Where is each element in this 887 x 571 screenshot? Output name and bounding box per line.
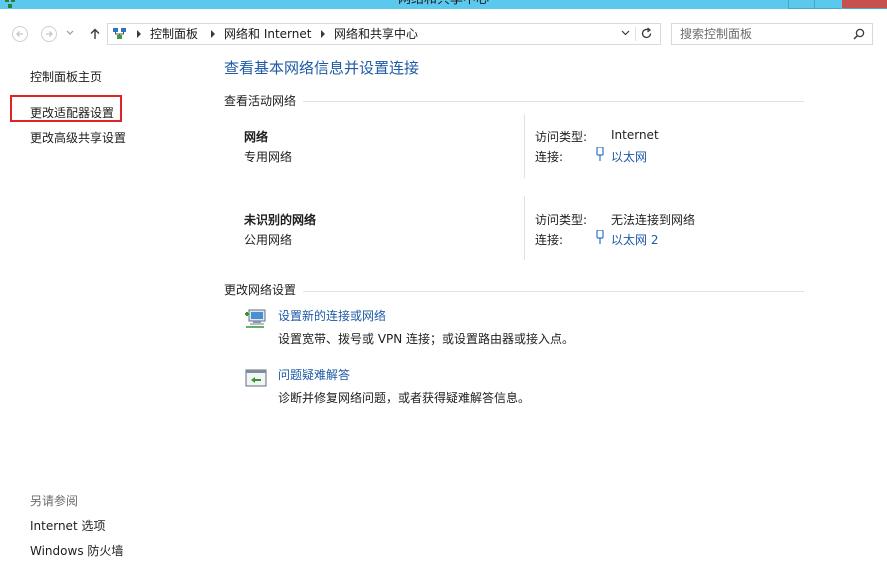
control-panel-icon: [113, 28, 126, 39]
access-type-label: 访问类型:: [535, 213, 588, 227]
troubleshoot-icon: [245, 369, 267, 387]
network-divider: [524, 196, 525, 260]
address-bar[interactable]: 控制面板 网络和 Internet 网络和共享中心: [107, 23, 661, 45]
refresh-icon[interactable]: [640, 27, 653, 40]
back-button[interactable]: [12, 26, 28, 42]
sidebar-link-change-advanced-sharing[interactable]: 更改高级共享设置: [30, 129, 126, 146]
content-area: 控制面板主页 更改适配器设置 更改高级共享设置 另请参阅 Internet 选项…: [0, 50, 887, 571]
network-name: 未识别的网络: [244, 213, 317, 227]
recent-locations-chevron-icon[interactable]: [66, 30, 74, 36]
breadcrumb-network-sharing-center[interactable]: 网络和共享中心: [334, 24, 418, 44]
active-networks-header: 查看活动网络: [224, 94, 297, 108]
section-divider: [303, 101, 804, 102]
connection-label: 连接:: [535, 233, 564, 247]
setup-new-connection-link[interactable]: 设置新的连接或网络: [278, 307, 386, 324]
title-bar: 网络和共享中心: [0, 0, 887, 9]
breadcrumb-network-internet[interactable]: 网络和 Internet: [224, 24, 311, 44]
breadcrumb-separator-icon: [211, 30, 215, 38]
maximize-button[interactable]: [814, 0, 841, 9]
access-type-label: 访问类型:: [535, 130, 588, 144]
window-title: 网络和共享中心: [0, 0, 887, 9]
sidebar-link-internet-options[interactable]: Internet 选项: [30, 517, 105, 534]
page-title: 查看基本网络信息并设置连接: [224, 59, 420, 77]
address-dropdown-chevron-icon[interactable]: [621, 30, 630, 36]
search-box[interactable]: [671, 23, 873, 45]
connection-label: 连接:: [535, 150, 564, 164]
see-also-label: 另请参阅: [30, 494, 79, 508]
left-navigation-pane: 控制面板主页 更改适配器设置 更改高级共享设置 另请参阅 Internet 选项…: [0, 50, 210, 571]
access-type-value: Internet: [611, 128, 659, 142]
network-profile-type: 专用网络: [244, 150, 293, 164]
setup-new-connection-description: 设置宽带、拨号或 VPN 连接；或设置路由器或接入点。: [278, 332, 575, 346]
up-arrow-icon[interactable]: [88, 27, 102, 41]
network-divider: [524, 114, 525, 178]
address-divider: [635, 27, 636, 41]
navigation-bar: 控制面板 网络和 Internet 网络和共享中心: [0, 9, 887, 50]
new-connection-icon: [245, 309, 266, 328]
search-icon[interactable]: [853, 28, 865, 40]
troubleshoot-problems-link[interactable]: 问题疑难解答: [278, 366, 350, 383]
close-button[interactable]: [842, 0, 887, 9]
breadcrumb-separator-icon: [321, 30, 325, 38]
highlight-box: [10, 95, 122, 122]
troubleshoot-problems-description: 诊断并修复网络问题，或者获得疑难解答信息。: [278, 391, 531, 405]
minimize-button[interactable]: [788, 0, 815, 9]
forward-arrow-icon: [46, 31, 53, 37]
network-profile-type: 公用网络: [244, 233, 293, 247]
ethernet-2-connection-link[interactable]: 以太网 2: [611, 231, 658, 248]
search-input[interactable]: [672, 24, 850, 44]
network-name: 网络: [244, 130, 269, 144]
forward-button[interactable]: [41, 26, 57, 42]
ethernet-icon: [596, 147, 604, 161]
change-network-settings-header: 更改网络设置: [224, 283, 297, 297]
ethernet-icon: [596, 230, 604, 244]
sidebar-link-control-panel-home[interactable]: 控制面板主页: [30, 68, 102, 85]
ethernet-connection-link[interactable]: 以太网: [611, 148, 647, 165]
back-arrow-icon: [16, 31, 23, 37]
sidebar-link-windows-firewall[interactable]: Windows 防火墙: [30, 542, 123, 559]
breadcrumb-separator-icon: [137, 30, 141, 38]
section-divider: [303, 291, 804, 292]
access-type-value: 无法连接到网络: [611, 213, 696, 227]
breadcrumb-control-panel[interactable]: 控制面板: [150, 24, 198, 44]
